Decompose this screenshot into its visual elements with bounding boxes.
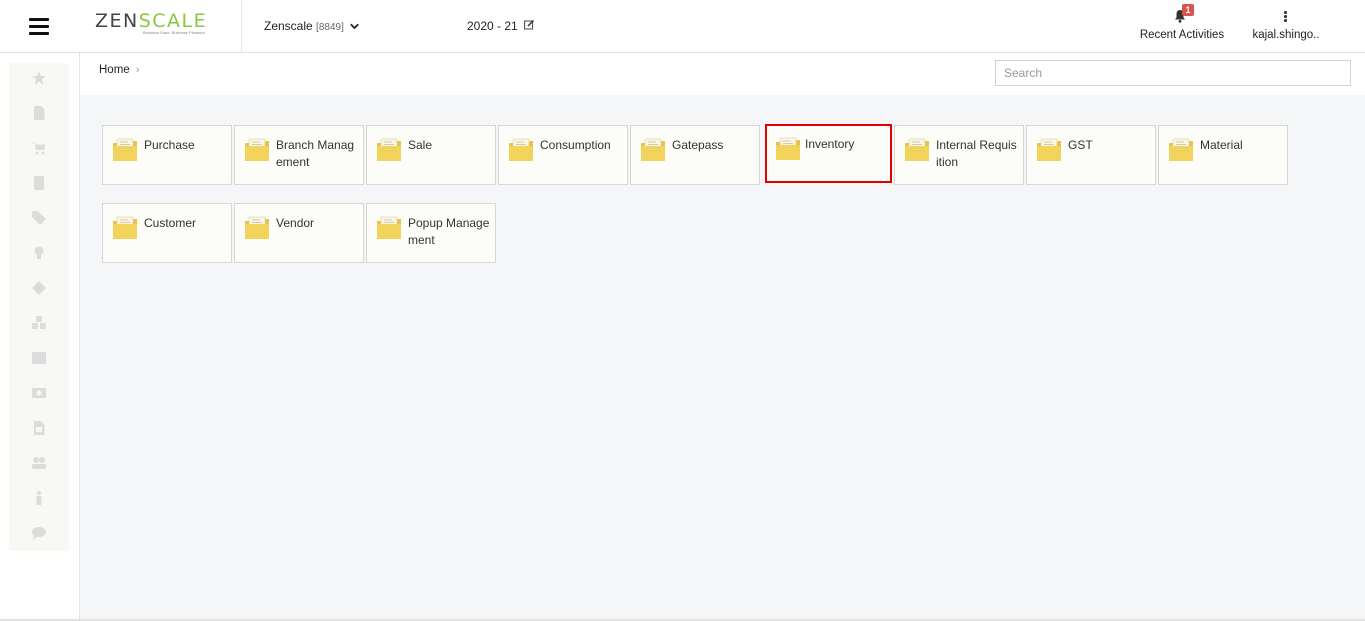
module-tile-material[interactable]: Material (1158, 125, 1288, 185)
notification-badge: 1 (1182, 4, 1194, 16)
money-icon[interactable] (31, 385, 47, 401)
book-icon[interactable] (31, 175, 47, 191)
module-label: Consumption (540, 138, 611, 152)
module-label: Internal Requisition (936, 138, 1017, 169)
financial-year-label: 2020 - 21 (467, 19, 518, 33)
hamburger-menu-icon[interactable] (29, 17, 49, 35)
module-tile-gatepass[interactable]: Gatepass (630, 125, 760, 185)
more-vertical-icon (1284, 11, 1287, 22)
module-label: Purchase (144, 138, 195, 152)
module-tile-purchase[interactable]: Purchase (102, 125, 232, 185)
module-tile-vendor[interactable]: Vendor (234, 203, 364, 263)
document-icon[interactable] (31, 105, 47, 121)
folder-icon (641, 138, 665, 161)
module-tile-customer[interactable]: Customer (102, 203, 232, 263)
logo-tagline: Business Ease. Business Pleasure. (143, 30, 206, 35)
company-code: [8849] (316, 22, 344, 33)
module-tile-branch-management[interactable]: Branch Management (234, 125, 364, 185)
folder-icon (245, 138, 269, 161)
search-input[interactable] (995, 60, 1351, 86)
module-label: Gatepass (672, 138, 724, 152)
module-tile-gst[interactable]: GST (1026, 125, 1156, 185)
ticket-icon[interactable] (31, 280, 47, 296)
module-label: Customer (144, 216, 197, 230)
module-label: Material (1200, 138, 1243, 152)
star-icon[interactable] (31, 70, 47, 86)
logo-text: ZENSCALE (95, 10, 208, 32)
module-label: Branch Management (276, 138, 355, 169)
breadcrumb-separator: › (135, 64, 140, 76)
module-label: Sale (408, 138, 433, 152)
folder-icon (509, 138, 533, 161)
module-grid: Purchase Branch Management Sale Consumpt… (80, 95, 1365, 619)
cubes-icon[interactable] (31, 315, 47, 331)
tag-icon[interactable] (31, 210, 47, 226)
logo[interactable]: ZENSCALE Business Ease. Business Pleasur… (79, 0, 242, 53)
sidebar-icon-strip (9, 63, 69, 551)
grid-icon[interactable] (31, 350, 47, 366)
edit-icon (524, 19, 535, 33)
module-tile-inventory[interactable]: Inventory (765, 124, 892, 183)
person-icon[interactable] (31, 490, 47, 506)
module-tile-internal-requisition[interactable]: Internal Requisition (894, 125, 1024, 185)
module-label: Inventory (805, 137, 855, 151)
module-label: Vendor (276, 216, 315, 230)
folder-icon (377, 216, 401, 239)
user-menu[interactable]: kajal.shingo.. (1250, 0, 1322, 53)
folder-icon (245, 216, 269, 239)
page-toolbar: Home › (80, 53, 1365, 95)
lightbulb-icon[interactable] (31, 245, 47, 261)
folder-icon (1169, 138, 1193, 161)
module-tile-popup-management[interactable]: Popup Management (366, 203, 496, 263)
folder-icon (1037, 138, 1061, 161)
folder-icon (113, 216, 137, 239)
module-tile-sale[interactable]: Sale (366, 125, 496, 185)
cart-icon[interactable] (31, 140, 47, 156)
financial-year-selector[interactable]: 2020 - 21 (467, 19, 535, 33)
recent-activities-label: Recent Activities (1139, 29, 1225, 41)
folder-icon (905, 138, 929, 161)
breadcrumb: Home › (99, 64, 140, 76)
company-name: Zenscale (264, 19, 313, 33)
folder-icon (113, 138, 137, 161)
chevron-down-icon (350, 22, 360, 32)
recent-activities-button[interactable]: 1 Recent Activities (1138, 0, 1226, 53)
sidebar (0, 53, 80, 619)
user-name: kajal.shingo.. (1252, 29, 1320, 41)
folder-icon (776, 137, 800, 160)
folder-icon (377, 138, 401, 161)
module-tile-consumption[interactable]: Consumption (498, 125, 628, 185)
module-label: GST (1068, 138, 1093, 152)
company-selector[interactable]: Zenscale [8849] (264, 19, 360, 33)
users-icon[interactable] (31, 455, 47, 471)
file-icon[interactable] (31, 420, 47, 436)
top-header: ZENSCALE Business Ease. Business Pleasur… (0, 0, 1365, 53)
breadcrumb-home[interactable]: Home (99, 64, 130, 76)
chat-icon[interactable] (31, 525, 47, 541)
module-label: Popup Management (408, 216, 490, 247)
